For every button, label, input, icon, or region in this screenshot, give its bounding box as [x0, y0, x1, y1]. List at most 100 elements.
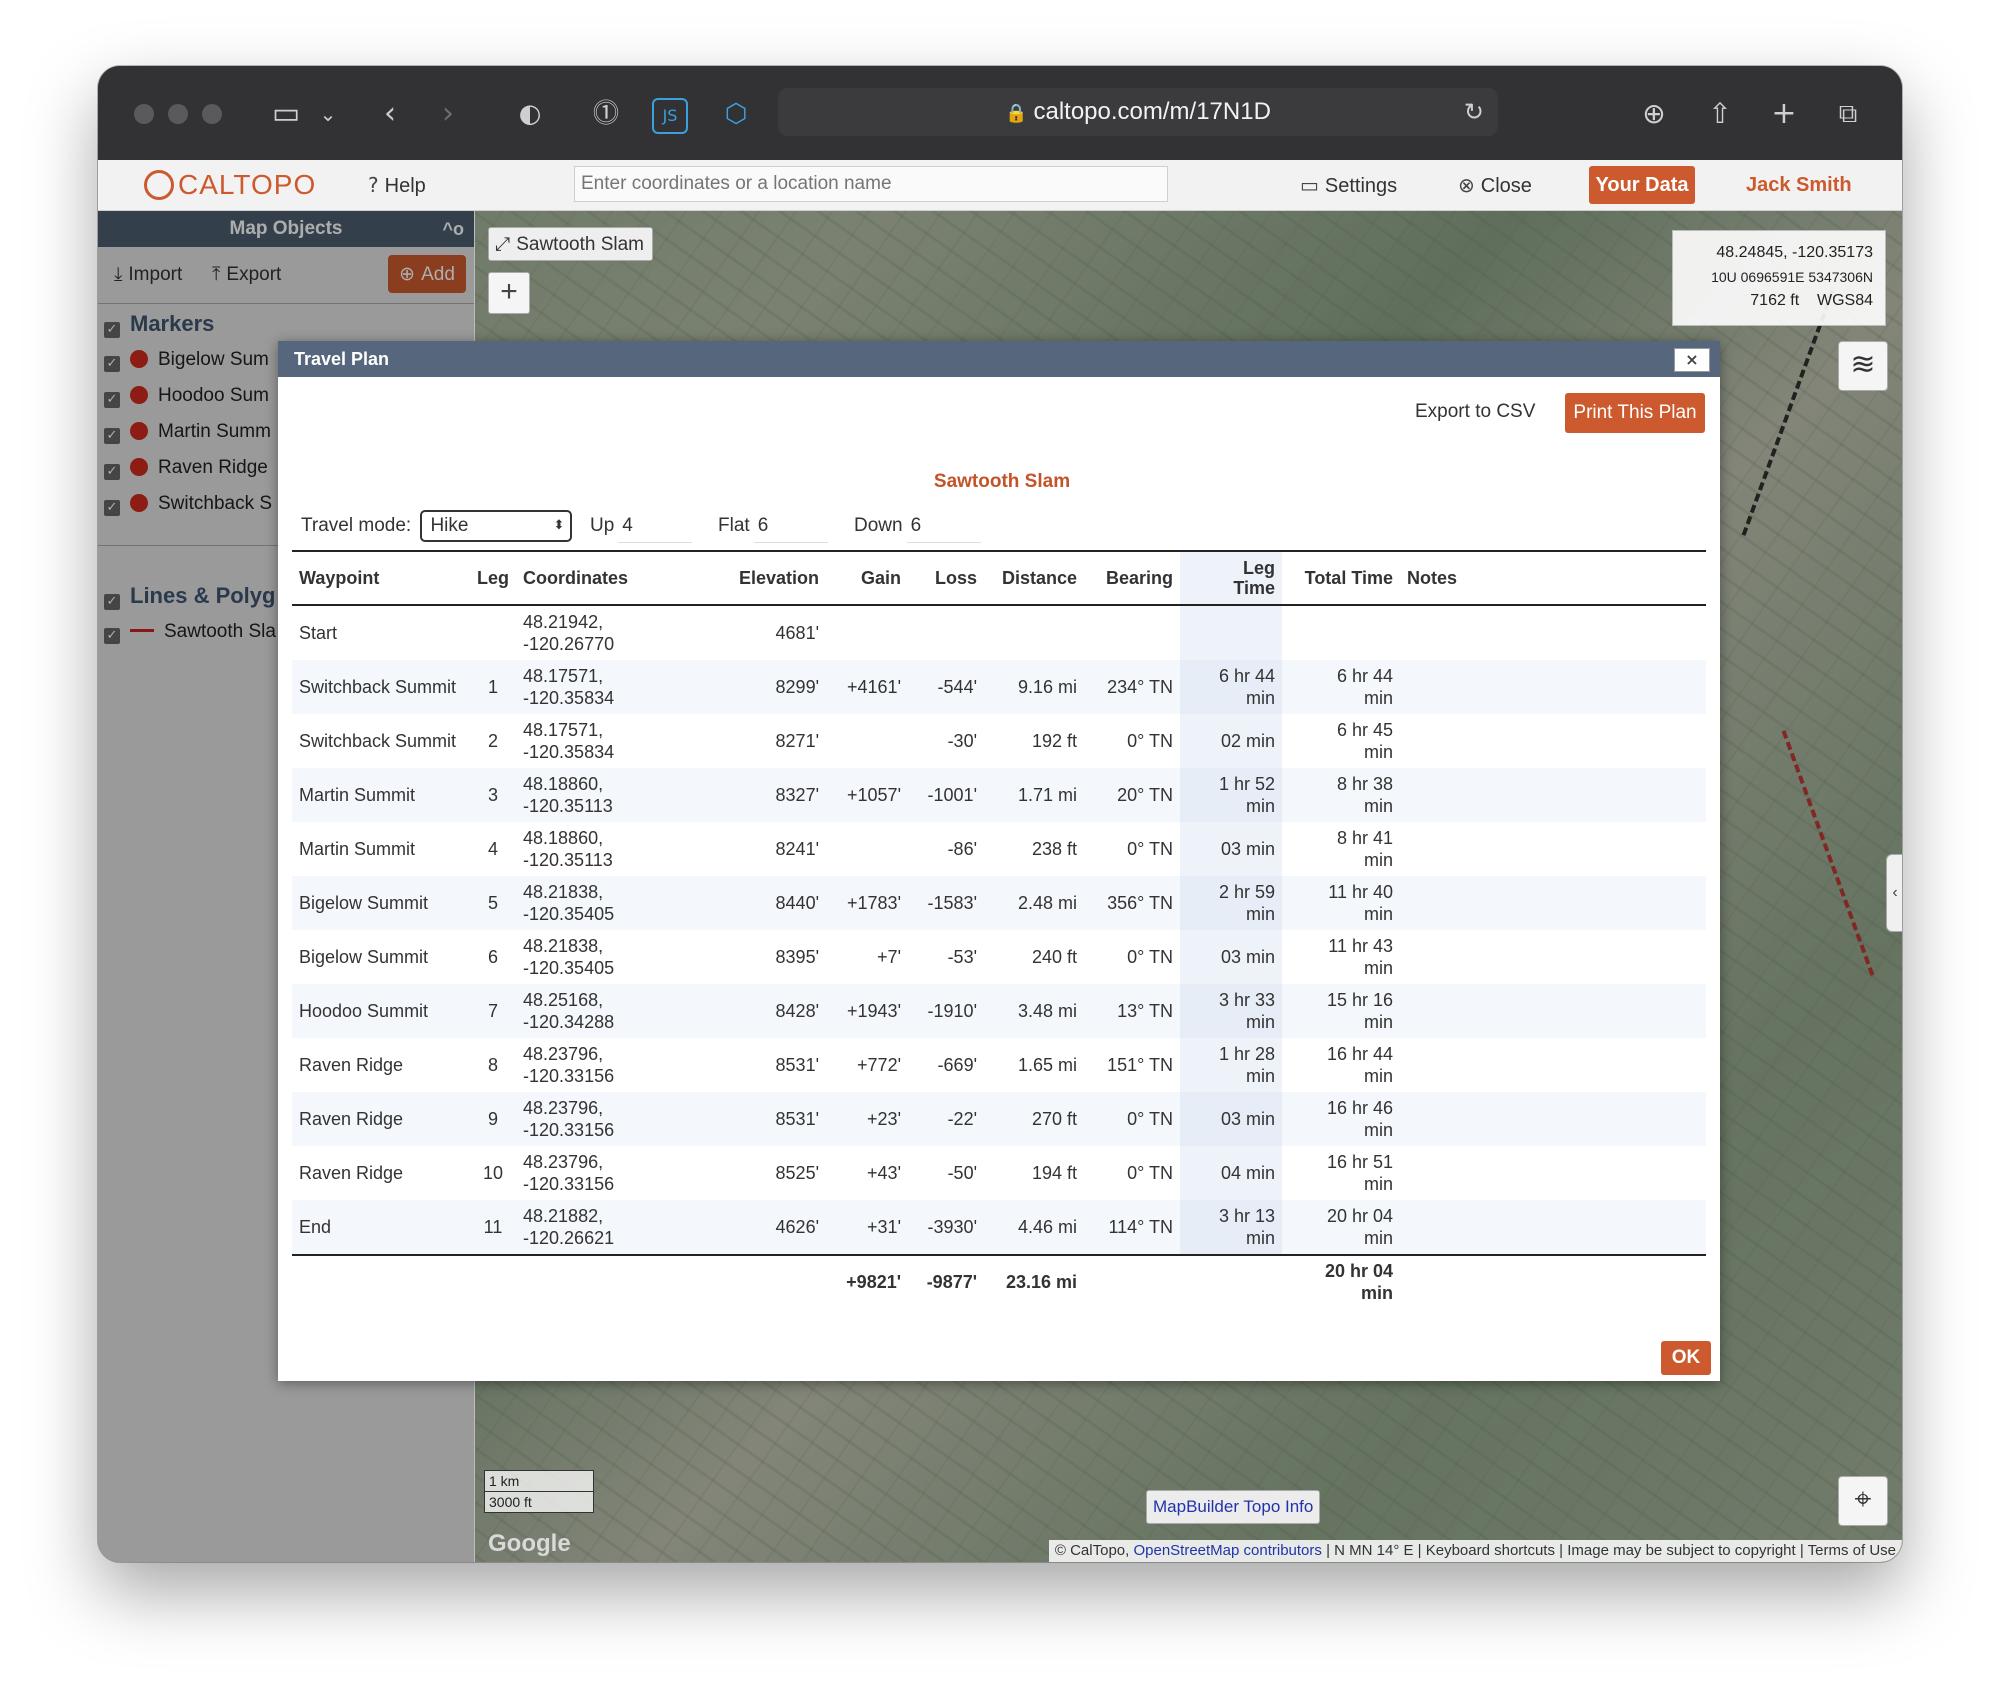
cell-loss: -1910'	[908, 984, 985, 1038]
cell-leg: 8	[488, 1055, 499, 1075]
ok-button[interactable]: OK	[1661, 1341, 1711, 1375]
reload-icon[interactable]: ↻	[1464, 88, 1484, 136]
utm-readout: 10U 0696591E 5347306N	[1711, 269, 1873, 285]
travel-mode-select[interactable]: Hike ⬍	[420, 510, 573, 542]
scale-bar: 1 km 3000 ft	[484, 1470, 594, 1513]
cell-notes	[1400, 605, 1706, 660]
cell-loss: -669'	[937, 1055, 978, 1075]
download-icon[interactable]: ⊕	[1634, 94, 1674, 134]
cell-loss: -22'	[908, 1092, 985, 1146]
close-window-button[interactable]	[134, 104, 154, 124]
cell-gain: +1057'	[826, 768, 909, 822]
cell-bearing: 0° TN	[1127, 839, 1174, 859]
elevation-datum-readout: 7162 ft WGS84	[1750, 292, 1873, 309]
print-plan-button[interactable]: Print This Plan	[1565, 393, 1705, 433]
help-icon: ?	[368, 173, 379, 197]
cell-leg: 1	[470, 660, 517, 714]
col-leg-time: Leg Time	[1180, 550, 1283, 606]
back-icon[interactable]: ‹	[370, 94, 410, 134]
your-data-button[interactable]: Your Data	[1589, 166, 1695, 204]
cell-leg: 5	[470, 876, 517, 930]
cell-waypoint: Raven Ridge	[299, 1055, 404, 1075]
shield-icon[interactable]: ◐	[510, 94, 550, 134]
cell-gain: +43'	[867, 1163, 902, 1183]
new-tab-icon[interactable]: +	[1764, 94, 1804, 134]
locate-button[interactable]: ⌖	[1838, 1476, 1888, 1526]
cell-total-time: 16 hr 46 min	[1282, 1092, 1401, 1146]
close-map-button[interactable]: ⊗ Close	[1458, 170, 1532, 201]
cell-notes	[1400, 714, 1706, 768]
cell-bearing: 0° TN	[1127, 947, 1174, 967]
cell-waypoint: Switchback Summit	[292, 660, 470, 714]
mapbuilder-info-button[interactable]: MapBuilder Topo Info	[1146, 1490, 1321, 1524]
dialog-close-button[interactable]: ×	[1674, 348, 1710, 372]
keyboard-shortcuts-link[interactable]: Keyboard shortcuts	[1426, 1542, 1555, 1559]
zoom-window-button[interactable]	[202, 104, 222, 124]
col-notes: Notes	[1400, 550, 1706, 606]
cell-leg-time: 1 hr 28 min	[1180, 1038, 1283, 1092]
export-csv-link[interactable]: Export to CSV	[1415, 401, 1535, 423]
minimize-window-button[interactable]	[168, 104, 188, 124]
cell-coordinates: 48.18860, -120.35113	[523, 828, 613, 870]
browser-window: ▭ ⌄ ‹ › ◐ ⓵ JS ⬡ 🔒 caltopo.com/m/17N1D ↻ …	[98, 66, 1902, 1562]
cell-distance	[984, 605, 1084, 660]
table-row: Raven Ridge 10 48.23796, -120.33156 8525' +43…	[292, 1146, 1706, 1200]
layers-icon: ≋	[1850, 347, 1876, 382]
expand-panel-tab[interactable]: ‹	[1886, 854, 1902, 932]
cell-waypoint: Start	[299, 623, 338, 643]
cube-extension-icon[interactable]: ⬡	[716, 94, 756, 134]
down-rate-field[interactable]: Down 6	[854, 510, 981, 543]
address-bar[interactable]: 🔒 caltopo.com/m/17N1D ↻	[778, 88, 1498, 136]
help-link[interactable]: ? Help	[368, 170, 426, 201]
cell-loss: -53'	[947, 947, 978, 967]
cell-coordinates: 48.25168, -120.34288	[516, 984, 677, 1038]
sidebar-toggle-icon[interactable]: ▭	[266, 94, 306, 134]
cell-notes	[1400, 660, 1706, 714]
flat-rate-field[interactable]: Flat 6	[718, 510, 828, 543]
cell-gain: +772'	[857, 1055, 902, 1075]
cell-elevation: 8440'	[676, 876, 827, 930]
cell-loss: -1001'	[908, 768, 985, 822]
cell-bearing: 356° TN	[1084, 876, 1181, 930]
caltopo-logo[interactable]: CALTOPO	[144, 166, 316, 204]
col-total-time: Total Time	[1282, 550, 1401, 606]
cell-leg-time: 6 hr 44 min	[1180, 660, 1283, 714]
zoom-in-button[interactable]: +	[488, 272, 530, 314]
map-title-chip[interactable]: ⤢ Sawtooth Slam	[488, 227, 653, 261]
cell-waypoint: Martin Summit	[299, 839, 416, 859]
cell-notes	[1400, 1146, 1706, 1200]
terms-link[interactable]: Terms of Use	[1808, 1542, 1896, 1559]
up-rate-field[interactable]: Up 4	[590, 510, 693, 543]
total-distance: 23.16 mi	[984, 1254, 1085, 1308]
settings-button[interactable]: ▭ Settings	[1300, 170, 1397, 201]
cell-bearing: 151° TN	[1107, 1055, 1174, 1075]
osm-link[interactable]: OpenStreetMap contributors	[1133, 1542, 1321, 1559]
cell-gain: +1783'	[826, 876, 909, 930]
forward-icon[interactable]: ›	[428, 94, 468, 134]
password-extension-icon[interactable]: ⓵	[586, 94, 626, 134]
cell-leg-time: 3 hr 13 min	[1180, 1200, 1283, 1255]
location-search-input[interactable]	[574, 166, 1168, 202]
plan-title: Sawtooth Slam	[933, 471, 1071, 492]
tabs-overview-icon[interactable]: ⧉	[1828, 94, 1868, 134]
col-loss: Loss	[908, 550, 985, 606]
cell-bearing: 234° TN	[1084, 660, 1181, 714]
travel-mode-row: Travel mode: Hike ⬍	[301, 510, 573, 542]
cell-coordinates: 48.17571, -120.35834	[523, 720, 615, 762]
cell-elevation: 8327'	[676, 768, 827, 822]
chevron-down-icon[interactable]: ⌄	[308, 94, 348, 134]
table-row: Hoodoo Summit 7 48.25168, -120.34288 8428' +1…	[292, 984, 1706, 1038]
layers-button[interactable]: ≋	[1838, 341, 1888, 391]
col-elevation: Elevation	[676, 550, 827, 606]
cell-bearing: 0° TN	[1084, 1092, 1181, 1146]
js-extension-icon[interactable]: JS	[652, 98, 688, 134]
share-icon[interactable]: ⇧	[1700, 94, 1740, 134]
cell-elevation: 8428'	[676, 984, 827, 1038]
cell-leg: 2	[488, 731, 499, 751]
cell-leg-time: 03 min	[1180, 930, 1283, 984]
user-account-link[interactable]: Jack Smith	[1746, 170, 1852, 200]
cell-gain	[826, 605, 908, 660]
col-distance: Distance	[984, 550, 1085, 606]
scale-km: 1 km	[484, 1470, 594, 1492]
chevron-left-icon: ‹	[1892, 884, 1898, 901]
